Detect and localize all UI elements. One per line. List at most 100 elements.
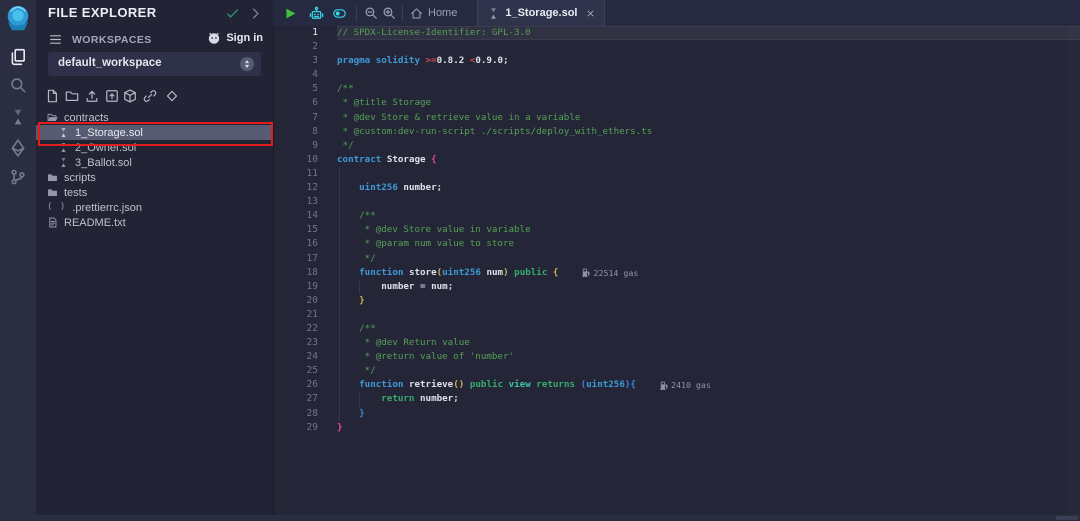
line-number: 26 (273, 378, 318, 392)
zoom-in-icon[interactable] (382, 6, 396, 20)
updown-icon (240, 57, 254, 71)
code-text: * @title Storage (337, 96, 1080, 110)
sign-in-button[interactable]: Sign in (207, 31, 263, 45)
line-number: 8 (273, 125, 318, 139)
editor-scrollbar[interactable] (1067, 26, 1080, 515)
activity-git-icon[interactable] (9, 168, 27, 186)
line-number: 6 (273, 96, 318, 110)
play-icon[interactable] (284, 7, 297, 20)
line-number: 18 (273, 266, 318, 280)
code-text: // SPDX-License-Identifier: GPL-3.0 (337, 26, 1080, 40)
tree-item[interactable]: README.txt (36, 215, 273, 230)
new-file-icon[interactable] (45, 89, 59, 103)
home-icon (410, 7, 423, 20)
workspace-select-value: default_workspace (58, 57, 162, 69)
code-text: * @dev Store & retrieve value in a varia… (337, 111, 1080, 125)
link-icon[interactable] (143, 89, 157, 103)
code-text: uint256 number; (337, 181, 1080, 195)
tree-item-label: scripts (64, 172, 96, 184)
code-line: 24 * @return value of 'number' (273, 350, 1080, 364)
fuel-icon (660, 381, 668, 390)
file-icon (47, 217, 58, 228)
ai-robot-icon[interactable] (309, 6, 324, 21)
code-text: /** (337, 209, 1080, 223)
editor-area: Home 1_Storage.sol 1 // SPDX-License-Ident… (273, 0, 1080, 521)
gist-icon[interactable] (165, 89, 179, 103)
code-text: * @dev Return value (337, 336, 1080, 350)
line-number: 4 (273, 68, 318, 82)
tree-item[interactable]: ( ).prettierrc.json (36, 200, 273, 215)
workspaces-label: WORKSPACES (72, 34, 152, 46)
tab-1-storage-sol[interactable]: 1_Storage.sol (477, 0, 605, 26)
code-line: 29} (273, 421, 1080, 435)
tree-item-label: tests (64, 187, 87, 199)
toggle-on-icon[interactable] (331, 7, 348, 20)
activity-remix-logo-icon[interactable] (3, 3, 33, 33)
editor-tabstrip: Home 1_Storage.sol (273, 0, 1080, 26)
terminal-top-edge[interactable] (36, 515, 1080, 521)
code-line: 15 * @dev Store value in variable (273, 223, 1080, 237)
activity-file-explorer-icon[interactable] (9, 48, 27, 66)
code-line: 10contract Storage { (273, 153, 1080, 167)
sign-in-label: Sign in (226, 32, 263, 44)
solidity-icon (58, 127, 69, 138)
code-text: } (337, 421, 1080, 435)
code-editor[interactable]: 1// SPDX-License-Identifier: GPL-3.023pr… (273, 26, 1080, 436)
code-text: contract Storage { (337, 153, 1080, 167)
code-text: */ (337, 364, 1080, 378)
gas-estimate-label: 22514 gas (593, 266, 638, 280)
chevron-right-icon[interactable] (249, 7, 262, 20)
gas-estimate: 2410 gas (660, 378, 711, 392)
tree-item[interactable]: 3_Ballot.sol (36, 155, 273, 170)
code-line: 13 (273, 195, 1080, 209)
code-line: 7 * @dev Store & retrieve value in a var… (273, 111, 1080, 125)
folder-icon (47, 172, 58, 183)
tab-close-icon[interactable] (586, 9, 595, 18)
activity-bar (0, 0, 36, 521)
code-line: 1 // SPDX-License-Identifier: GPL-3.0 (273, 26, 1080, 40)
code-line: 18 function store(uint256 num) public {2… (273, 266, 1080, 280)
new-folder-icon[interactable] (65, 89, 79, 103)
code-text: return number; (337, 392, 1080, 406)
upload-folder-icon[interactable] (105, 89, 119, 103)
code-text (337, 308, 1080, 322)
tree-item[interactable]: contracts (36, 110, 273, 125)
tree-item-label: README.txt (64, 217, 126, 229)
line-number: 27 (273, 392, 318, 406)
tree-item[interactable]: 1_Storage.sol (36, 125, 273, 140)
tree-item[interactable]: 2_Owner.sol (36, 140, 273, 155)
hamburger-icon[interactable] (48, 33, 63, 46)
code-line: 28 } (273, 407, 1080, 421)
upload-file-icon[interactable] (85, 89, 99, 103)
file-tree: contracts1_Storage.sol2_Owner.sol3_Ballo… (36, 110, 273, 230)
line-number: 17 (273, 252, 318, 266)
line-number: 1 (273, 26, 318, 40)
code-text (337, 40, 1080, 54)
fuel-icon (582, 268, 590, 277)
line-number: 28 (273, 407, 318, 421)
code-text: /** (337, 322, 1080, 336)
code-line: 17 */ (273, 252, 1080, 266)
code-line: 8 * @custom:dev-run-script ./scripts/dep… (273, 125, 1080, 139)
code-line: 20 } (273, 294, 1080, 308)
gas-estimate: 22514 gas (582, 266, 638, 280)
code-text (337, 167, 1080, 181)
tree-item[interactable]: tests (36, 185, 273, 200)
code-line: 19 number = num; (273, 280, 1080, 294)
code-line: 27 return number; (273, 392, 1080, 406)
code-line: 2 (273, 40, 1080, 54)
tab-home[interactable]: Home (410, 0, 457, 26)
activity-search-icon[interactable] (9, 76, 27, 94)
activity-deploy-run-icon[interactable] (9, 139, 27, 157)
check-icon[interactable] (226, 7, 239, 20)
line-number: 24 (273, 350, 318, 364)
cube-icon[interactable] (123, 89, 137, 103)
zoom-out-icon[interactable] (364, 6, 378, 20)
gas-estimate-label: 2410 gas (671, 378, 711, 392)
tree-item[interactable]: scripts (36, 170, 273, 185)
code-text: */ (337, 252, 1080, 266)
terminal-scrollbar-corner (1056, 516, 1078, 520)
workspace-select[interactable]: default_workspace (48, 52, 261, 76)
braces-icon: ( ) (47, 202, 66, 213)
activity-solidity-compiler-icon[interactable] (9, 108, 27, 126)
